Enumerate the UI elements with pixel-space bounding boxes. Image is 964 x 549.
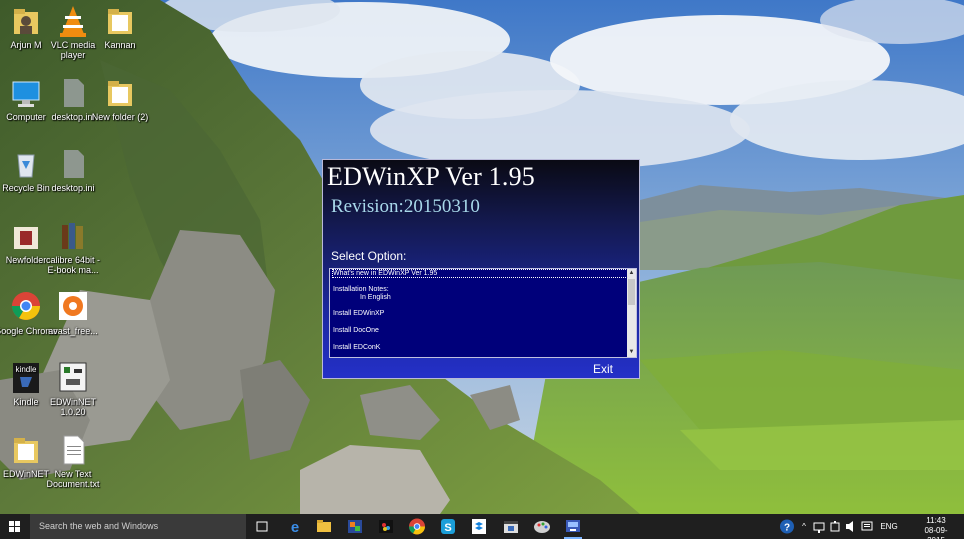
desktop-icon-edwinnet-app[interactable]: EDWinNET 1.0.20 <box>41 361 105 417</box>
clock-date: 08-09-2015 <box>924 526 948 545</box>
desktop-icon-label: Kannan <box>104 40 136 50</box>
computer-icon <box>10 76 42 110</box>
taskbar-search-box[interactable]: Search the web and Windows <box>30 514 246 539</box>
folder-icon <box>104 76 136 110</box>
photo-viewer-icon[interactable] <box>375 516 397 537</box>
task-view-icon[interactable] <box>251 516 273 537</box>
skype-icon[interactable]: S <box>437 516 459 537</box>
option-install-edwinxp[interactable]: Install EDWinXP <box>333 310 384 317</box>
desktop-icon-desktop-ini-2[interactable]: desktop.ini <box>41 147 105 193</box>
select-option-label: Select Option: <box>331 249 407 263</box>
option-installation-notes[interactable]: Installation Notes: <box>333 286 389 293</box>
installer-window: EDWinXP Ver 1.95 Revision:20150310 Selec… <box>322 159 640 379</box>
desktop-icon-label: desktop.ini <box>51 183 95 193</box>
network-icon[interactable] <box>812 514 826 539</box>
list-scrollbar[interactable]: ▲ ▼ <box>627 269 636 357</box>
vlc-cone-icon <box>57 4 89 38</box>
svg-text:?: ? <box>784 523 790 534</box>
option-whats-new[interactable]: What's new in EDWinXP Ver 1.95 <box>332 269 628 278</box>
file-explorer-icon[interactable] <box>313 516 335 537</box>
desktop-icon-label: calibre 64bit - E-book ma... <box>45 255 101 275</box>
photo-app-icon[interactable] <box>344 516 366 537</box>
desktop-icon-label: EDWinNET 1.0.20 <box>49 397 96 417</box>
help-icon[interactable]: ? <box>778 514 796 539</box>
desktop-icon-label: New folder (2) <box>91 112 149 122</box>
chrome-icon <box>10 290 42 324</box>
desktop-icon-avast[interactable]: avast_free... <box>41 290 105 336</box>
installer-revision: Revision:20150310 <box>331 196 480 217</box>
option-install-edconk[interactable]: Install EDConK <box>333 344 380 351</box>
text-file-icon <box>57 433 89 467</box>
option-install-docone[interactable]: Install DocOne <box>333 327 379 334</box>
folder-icon <box>104 4 136 38</box>
installer-app-icon[interactable] <box>562 516 584 539</box>
desktop-icon-label: New Text Document.txt <box>46 469 100 489</box>
desktop-icon-label: avast_free... <box>48 326 98 336</box>
scroll-down-icon[interactable]: ▼ <box>627 348 636 357</box>
start-button[interactable] <box>0 514 30 539</box>
edwin-net-icon <box>57 361 89 395</box>
svg-text:S: S <box>444 522 451 534</box>
system-tray: ? ^ ENG 11:43 08-09-2015 <box>774 514 964 545</box>
scroll-up-icon[interactable]: ▲ <box>627 269 636 278</box>
media-player-icon[interactable] <box>500 516 522 537</box>
chrome-icon[interactable] <box>406 516 428 537</box>
calibre-books-icon <box>57 219 89 253</box>
paint-icon[interactable] <box>531 516 553 537</box>
notifications-icon[interactable] <box>860 514 874 539</box>
dropbox-icon[interactable] <box>468 516 490 537</box>
recycle-bin-icon <box>10 147 42 181</box>
desktop-icon-new-text-document[interactable]: New Text Document.txt <box>41 433 105 489</box>
svg-text:kindle: kindle <box>16 365 37 374</box>
power-icon[interactable] <box>828 514 842 539</box>
desktop-icon-kannan[interactable]: Kannan <box>88 4 152 50</box>
user-folder-icon <box>10 4 42 38</box>
folder-icon <box>10 433 42 467</box>
option-in-english[interactable]: In English <box>360 294 391 301</box>
taskbar: Search the web and Windows e S ? ^ ENG 1… <box>0 514 964 545</box>
installer-title: EDWinXP Ver 1.95 <box>327 162 535 191</box>
language-indicator[interactable]: ENG <box>878 514 900 539</box>
svg-text:e: e <box>291 519 299 536</box>
edge-icon[interactable]: e <box>284 516 306 537</box>
kindle-icon: kindle <box>10 361 42 395</box>
scrollbar-thumb[interactable] <box>628 279 635 305</box>
chevron-up-icon[interactable]: ^ <box>798 514 810 539</box>
desktop-icon-calibre[interactable]: calibre 64bit - E-book ma... <box>41 219 105 275</box>
taskbar-clock[interactable]: 11:43 08-09-2015 <box>916 516 956 546</box>
windows-logo-icon <box>9 521 20 532</box>
avast-icon <box>57 290 89 324</box>
volume-icon[interactable] <box>844 514 858 539</box>
exit-button[interactable]: Exit <box>593 362 613 376</box>
folder-icon <box>10 219 42 253</box>
option-list[interactable]: What's new in EDWinXP Ver 1.95 Installat… <box>329 268 637 358</box>
file-icon <box>57 76 89 110</box>
clock-time: 11:43 <box>926 516 946 525</box>
file-icon <box>57 147 89 181</box>
desktop-icon-new-folder-2[interactable]: New folder (2) <box>88 76 152 122</box>
